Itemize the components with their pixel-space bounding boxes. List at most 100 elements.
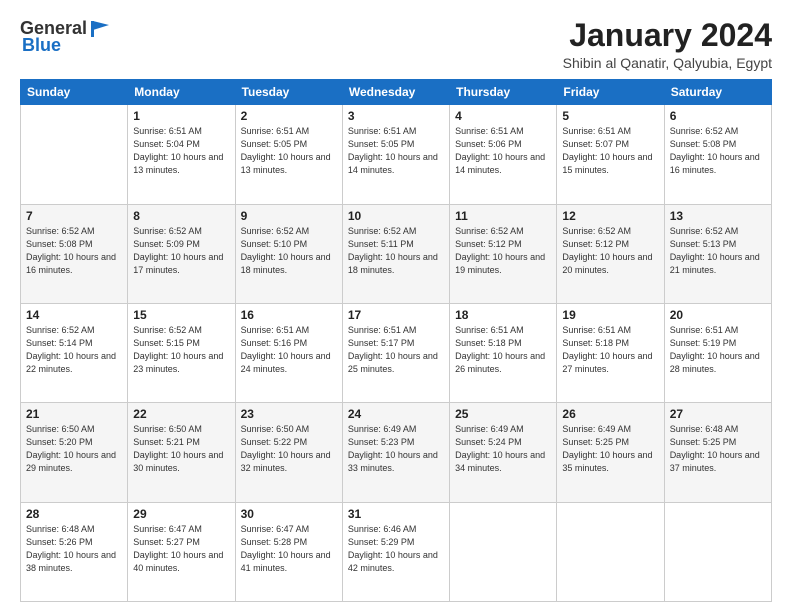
table-row xyxy=(450,502,557,601)
day-info: Sunrise: 6:52 AM Sunset: 5:08 PM Dayligh… xyxy=(26,225,122,277)
day-info: Sunrise: 6:51 AM Sunset: 5:06 PM Dayligh… xyxy=(455,125,551,177)
calendar-week-row: 1 Sunrise: 6:51 AM Sunset: 5:04 PM Dayli… xyxy=(21,105,772,204)
table-row: 25 Sunrise: 6:49 AM Sunset: 5:24 PM Dayl… xyxy=(450,403,557,502)
day-info: Sunrise: 6:47 AM Sunset: 5:28 PM Dayligh… xyxy=(241,523,337,575)
day-number: 1 xyxy=(133,109,229,123)
table-row xyxy=(664,502,771,601)
table-row: 18 Sunrise: 6:51 AM Sunset: 5:18 PM Dayl… xyxy=(450,303,557,402)
calendar-table: Sunday Monday Tuesday Wednesday Thursday… xyxy=(20,79,772,602)
day-number: 10 xyxy=(348,209,444,223)
table-row: 2 Sunrise: 6:51 AM Sunset: 5:05 PM Dayli… xyxy=(235,105,342,204)
day-info: Sunrise: 6:50 AM Sunset: 5:22 PM Dayligh… xyxy=(241,423,337,475)
day-number: 23 xyxy=(241,407,337,421)
table-row: 3 Sunrise: 6:51 AM Sunset: 5:05 PM Dayli… xyxy=(342,105,449,204)
day-info: Sunrise: 6:50 AM Sunset: 5:20 PM Dayligh… xyxy=(26,423,122,475)
day-number: 2 xyxy=(241,109,337,123)
day-number: 20 xyxy=(670,308,766,322)
day-info: Sunrise: 6:52 AM Sunset: 5:14 PM Dayligh… xyxy=(26,324,122,376)
table-row: 9 Sunrise: 6:52 AM Sunset: 5:10 PM Dayli… xyxy=(235,204,342,303)
table-row: 30 Sunrise: 6:47 AM Sunset: 5:28 PM Dayl… xyxy=(235,502,342,601)
day-info: Sunrise: 6:51 AM Sunset: 5:17 PM Dayligh… xyxy=(348,324,444,376)
day-number: 12 xyxy=(562,209,658,223)
day-number: 14 xyxy=(26,308,122,322)
table-row: 21 Sunrise: 6:50 AM Sunset: 5:20 PM Dayl… xyxy=(21,403,128,502)
day-number: 19 xyxy=(562,308,658,322)
header-saturday: Saturday xyxy=(664,80,771,105)
day-info: Sunrise: 6:51 AM Sunset: 5:05 PM Dayligh… xyxy=(348,125,444,177)
table-row: 19 Sunrise: 6:51 AM Sunset: 5:18 PM Dayl… xyxy=(557,303,664,402)
day-info: Sunrise: 6:52 AM Sunset: 5:11 PM Dayligh… xyxy=(348,225,444,277)
table-row: 7 Sunrise: 6:52 AM Sunset: 5:08 PM Dayli… xyxy=(21,204,128,303)
day-number: 24 xyxy=(348,407,444,421)
table-row: 11 Sunrise: 6:52 AM Sunset: 5:12 PM Dayl… xyxy=(450,204,557,303)
day-number: 8 xyxy=(133,209,229,223)
day-info: Sunrise: 6:51 AM Sunset: 5:18 PM Dayligh… xyxy=(455,324,551,376)
table-row: 6 Sunrise: 6:52 AM Sunset: 5:08 PM Dayli… xyxy=(664,105,771,204)
table-row: 17 Sunrise: 6:51 AM Sunset: 5:17 PM Dayl… xyxy=(342,303,449,402)
day-info: Sunrise: 6:48 AM Sunset: 5:26 PM Dayligh… xyxy=(26,523,122,575)
table-row: 1 Sunrise: 6:51 AM Sunset: 5:04 PM Dayli… xyxy=(128,105,235,204)
table-row: 8 Sunrise: 6:52 AM Sunset: 5:09 PM Dayli… xyxy=(128,204,235,303)
day-info: Sunrise: 6:47 AM Sunset: 5:27 PM Dayligh… xyxy=(133,523,229,575)
day-info: Sunrise: 6:52 AM Sunset: 5:15 PM Dayligh… xyxy=(133,324,229,376)
day-number: 28 xyxy=(26,507,122,521)
table-row: 31 Sunrise: 6:46 AM Sunset: 5:29 PM Dayl… xyxy=(342,502,449,601)
day-number: 29 xyxy=(133,507,229,521)
day-number: 21 xyxy=(26,407,122,421)
table-row: 22 Sunrise: 6:50 AM Sunset: 5:21 PM Dayl… xyxy=(128,403,235,502)
day-number: 4 xyxy=(455,109,551,123)
day-number: 11 xyxy=(455,209,551,223)
table-row: 26 Sunrise: 6:49 AM Sunset: 5:25 PM Dayl… xyxy=(557,403,664,502)
day-number: 15 xyxy=(133,308,229,322)
logo-blue-text: Blue xyxy=(22,35,61,56)
day-number: 30 xyxy=(241,507,337,521)
day-number: 13 xyxy=(670,209,766,223)
day-number: 7 xyxy=(26,209,122,223)
table-row: 13 Sunrise: 6:52 AM Sunset: 5:13 PM Dayl… xyxy=(664,204,771,303)
header-tuesday: Tuesday xyxy=(235,80,342,105)
table-row xyxy=(557,502,664,601)
logo-flag-icon xyxy=(91,21,109,37)
day-number: 27 xyxy=(670,407,766,421)
day-number: 5 xyxy=(562,109,658,123)
day-info: Sunrise: 6:52 AM Sunset: 5:12 PM Dayligh… xyxy=(562,225,658,277)
title-location: Shibin al Qanatir, Qalyubia, Egypt xyxy=(563,55,772,71)
calendar-week-row: 7 Sunrise: 6:52 AM Sunset: 5:08 PM Dayli… xyxy=(21,204,772,303)
day-info: Sunrise: 6:46 AM Sunset: 5:29 PM Dayligh… xyxy=(348,523,444,575)
table-row: 15 Sunrise: 6:52 AM Sunset: 5:15 PM Dayl… xyxy=(128,303,235,402)
table-row: 10 Sunrise: 6:52 AM Sunset: 5:11 PM Dayl… xyxy=(342,204,449,303)
table-row: 12 Sunrise: 6:52 AM Sunset: 5:12 PM Dayl… xyxy=(557,204,664,303)
day-info: Sunrise: 6:51 AM Sunset: 5:16 PM Dayligh… xyxy=(241,324,337,376)
header: General Blue January 2024 Shibin al Qana… xyxy=(20,18,772,71)
header-thursday: Thursday xyxy=(450,80,557,105)
day-number: 6 xyxy=(670,109,766,123)
day-info: Sunrise: 6:51 AM Sunset: 5:19 PM Dayligh… xyxy=(670,324,766,376)
day-number: 18 xyxy=(455,308,551,322)
calendar-week-row: 28 Sunrise: 6:48 AM Sunset: 5:26 PM Dayl… xyxy=(21,502,772,601)
day-number: 9 xyxy=(241,209,337,223)
header-monday: Monday xyxy=(128,80,235,105)
table-row: 5 Sunrise: 6:51 AM Sunset: 5:07 PM Dayli… xyxy=(557,105,664,204)
table-row: 16 Sunrise: 6:51 AM Sunset: 5:16 PM Dayl… xyxy=(235,303,342,402)
header-friday: Friday xyxy=(557,80,664,105)
title-block: January 2024 Shibin al Qanatir, Qalyubia… xyxy=(563,18,772,71)
table-row: 20 Sunrise: 6:51 AM Sunset: 5:19 PM Dayl… xyxy=(664,303,771,402)
day-info: Sunrise: 6:51 AM Sunset: 5:05 PM Dayligh… xyxy=(241,125,337,177)
title-month: January 2024 xyxy=(563,18,772,53)
calendar-week-row: 14 Sunrise: 6:52 AM Sunset: 5:14 PM Dayl… xyxy=(21,303,772,402)
day-number: 22 xyxy=(133,407,229,421)
calendar-week-row: 21 Sunrise: 6:50 AM Sunset: 5:20 PM Dayl… xyxy=(21,403,772,502)
header-sunday: Sunday xyxy=(21,80,128,105)
day-number: 16 xyxy=(241,308,337,322)
header-wednesday: Wednesday xyxy=(342,80,449,105)
day-info: Sunrise: 6:51 AM Sunset: 5:07 PM Dayligh… xyxy=(562,125,658,177)
table-row: 4 Sunrise: 6:51 AM Sunset: 5:06 PM Dayli… xyxy=(450,105,557,204)
day-info: Sunrise: 6:52 AM Sunset: 5:08 PM Dayligh… xyxy=(670,125,766,177)
day-number: 3 xyxy=(348,109,444,123)
table-row: 24 Sunrise: 6:49 AM Sunset: 5:23 PM Dayl… xyxy=(342,403,449,502)
table-row: 14 Sunrise: 6:52 AM Sunset: 5:14 PM Dayl… xyxy=(21,303,128,402)
table-row: 29 Sunrise: 6:47 AM Sunset: 5:27 PM Dayl… xyxy=(128,502,235,601)
day-number: 26 xyxy=(562,407,658,421)
day-number: 17 xyxy=(348,308,444,322)
table-row: 23 Sunrise: 6:50 AM Sunset: 5:22 PM Dayl… xyxy=(235,403,342,502)
